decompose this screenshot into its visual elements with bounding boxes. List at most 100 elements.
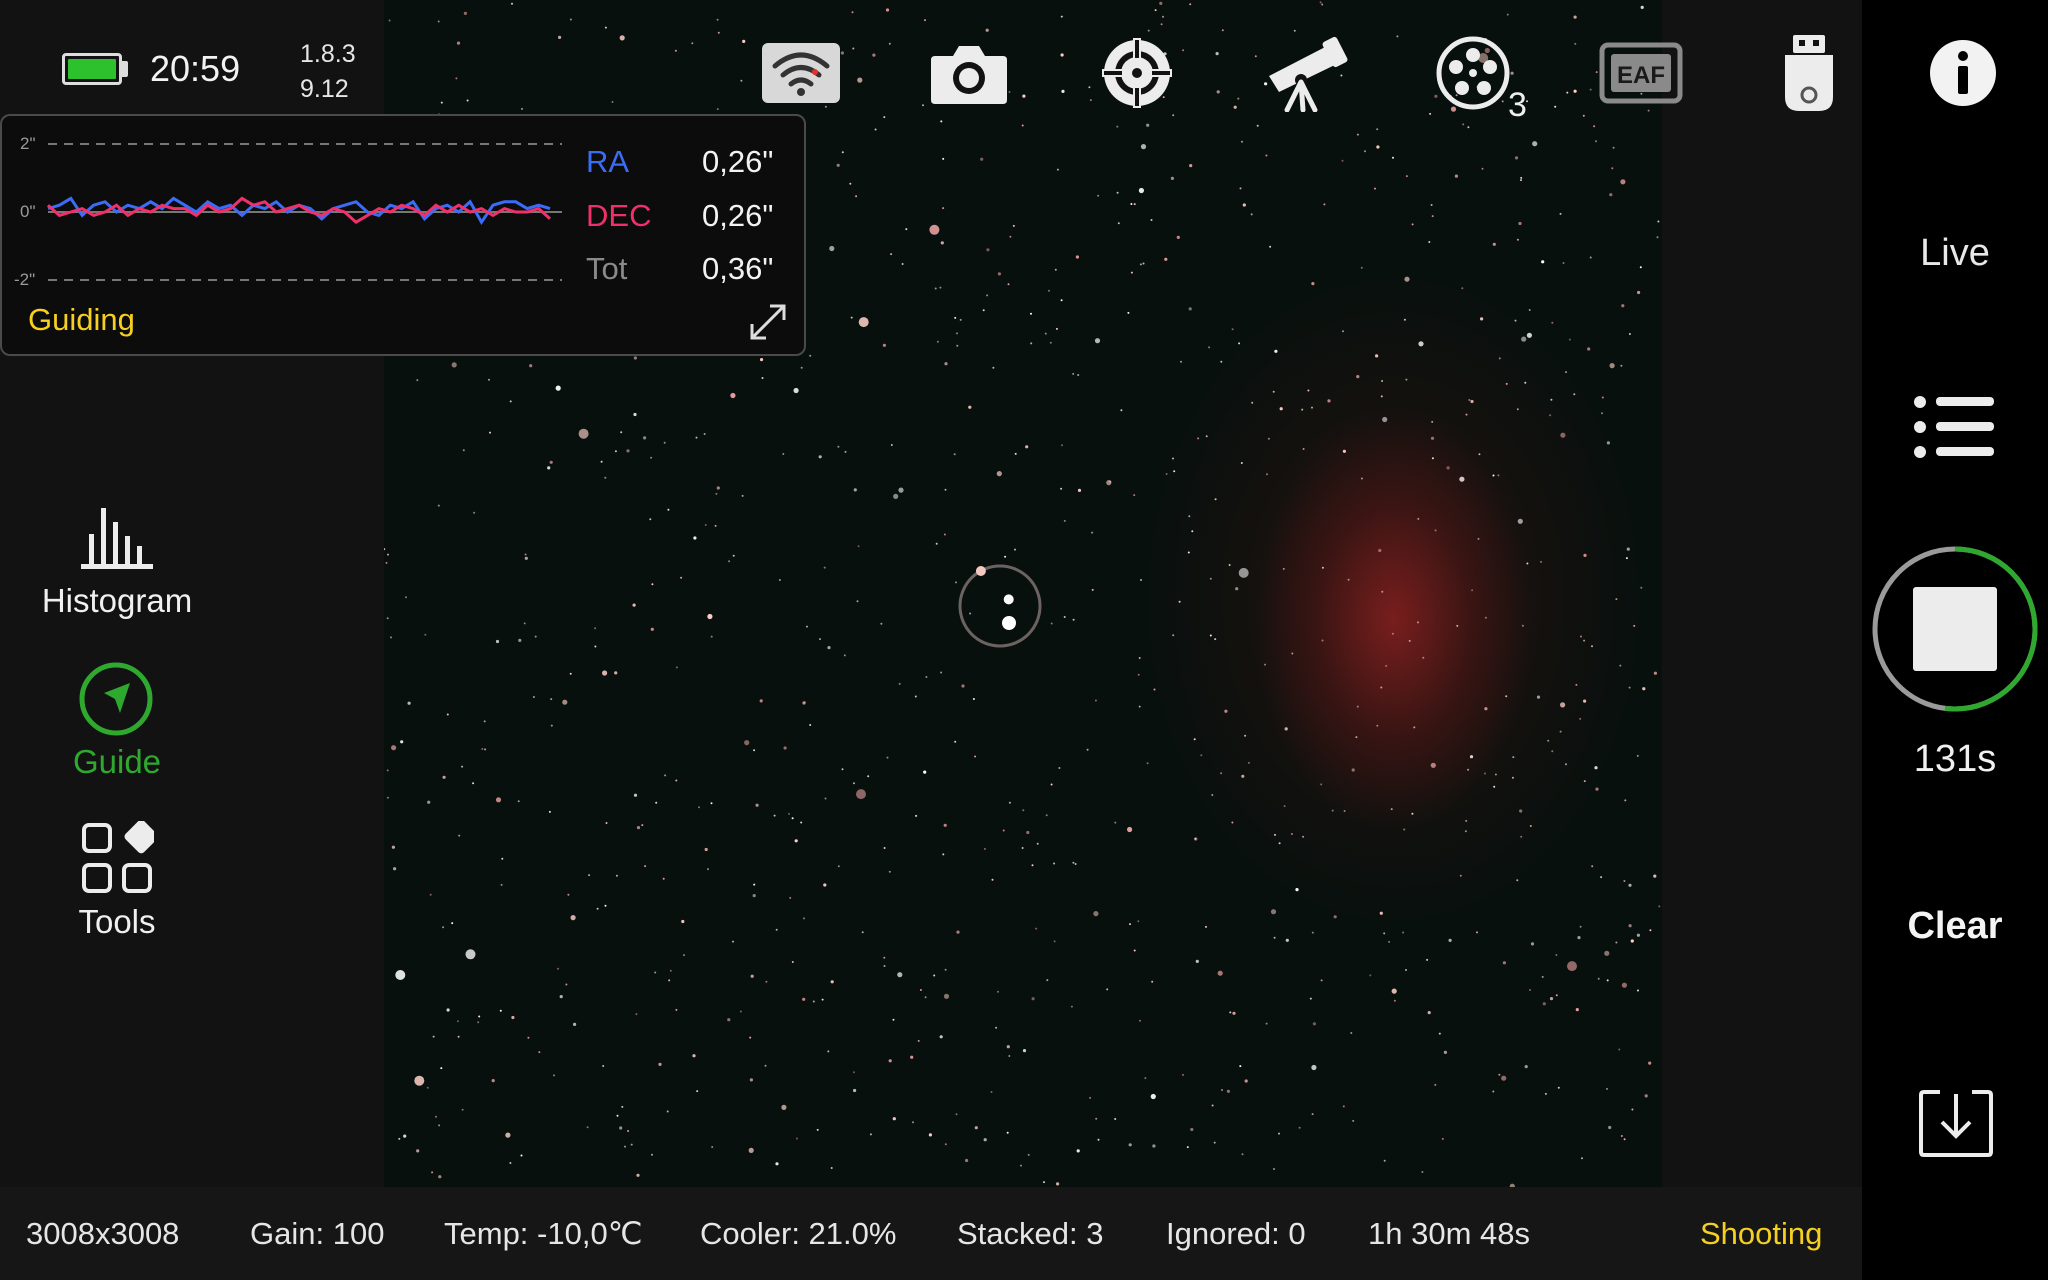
info-button[interactable]	[1918, 28, 2008, 118]
expand-icon[interactable]	[748, 302, 788, 342]
star	[1566, 91, 1569, 94]
star	[1521, 624, 1524, 627]
star	[488, 378, 490, 381]
star	[1190, 1127, 1194, 1132]
star	[1256, 124, 1259, 127]
star	[1146, 123, 1150, 127]
star	[529, 364, 533, 368]
star	[852, 47, 855, 50]
star	[558, 35, 562, 40]
eaf-icon: EAF	[1599, 42, 1683, 104]
star	[829, 245, 835, 252]
star	[395, 970, 406, 980]
star	[1628, 924, 1632, 928]
eaf-button[interactable]: EAF	[1596, 28, 1686, 118]
star	[489, 431, 491, 434]
star	[1046, 979, 1049, 982]
star	[1327, 399, 1331, 403]
star	[555, 385, 561, 391]
gain: Gain: 100	[250, 1216, 385, 1251]
nav-tools[interactable]: Tools	[0, 815, 234, 945]
star	[857, 545, 860, 548]
star	[853, 782, 855, 785]
star	[1431, 420, 1434, 423]
guide-icon	[79, 662, 153, 736]
star	[1144, 1077, 1147, 1080]
star	[451, 362, 457, 368]
star	[1623, 1138, 1626, 1141]
star	[1606, 979, 1609, 982]
stop-capture-button[interactable]	[1870, 544, 2040, 714]
star	[1152, 1144, 1156, 1148]
star	[1492, 474, 1495, 477]
star	[783, 746, 787, 750]
wifi-icon	[762, 43, 840, 103]
star	[1187, 551, 1190, 554]
star	[1247, 761, 1250, 764]
filter-wheel-button[interactable]	[1428, 28, 1518, 118]
star	[1250, 213, 1253, 216]
star	[1133, 203, 1136, 206]
star	[704, 524, 707, 526]
star	[749, 1078, 753, 1082]
star	[633, 356, 637, 360]
info-icon	[1930, 40, 1996, 106]
star	[442, 926, 445, 929]
star	[1520, 835, 1523, 838]
sensor-temp: Temp: -10,0℃	[444, 1216, 643, 1251]
star	[1480, 317, 1484, 321]
nav-histogram[interactable]: Histogram	[0, 490, 234, 630]
star	[788, 812, 790, 815]
star	[929, 224, 940, 235]
telescope-button[interactable]	[1260, 28, 1350, 118]
filter-wheel-icon	[1436, 36, 1510, 110]
guiding-panel[interactable]: 2" 0" -2" RA 0,26" DEC 0,26" Tot 0,36" G…	[0, 114, 806, 356]
wifi-button[interactable]	[756, 28, 846, 118]
usb-drive-button[interactable]	[1764, 28, 1854, 118]
star	[942, 157, 945, 160]
live-button[interactable]: Live	[1900, 232, 2010, 275]
star	[933, 974, 936, 977]
star	[1620, 1135, 1623, 1137]
star	[1200, 754, 1203, 757]
star	[1193, 738, 1196, 741]
star	[1004, 555, 1007, 558]
star	[1493, 785, 1496, 788]
star	[1035, 927, 1038, 930]
star	[385, 561, 388, 564]
star	[505, 1132, 511, 1138]
star	[1649, 929, 1652, 932]
star	[982, 309, 985, 312]
star	[1211, 794, 1214, 796]
star	[1273, 936, 1276, 939]
star	[465, 949, 476, 960]
star	[696, 1090, 699, 1093]
star	[861, 931, 864, 934]
star	[1063, 519, 1066, 522]
star	[655, 801, 658, 804]
star	[1579, 717, 1582, 720]
star	[1221, 1089, 1223, 1091]
menu-list-icon[interactable]	[1912, 392, 1996, 462]
star	[1448, 938, 1452, 943]
star	[472, 782, 475, 785]
star	[1242, 203, 1246, 207]
star	[1165, 473, 1168, 475]
ra-value: 0,26"	[702, 144, 774, 179]
star	[495, 639, 500, 644]
camera-button[interactable]	[924, 28, 1014, 118]
star	[457, 1020, 459, 1023]
star	[666, 1110, 669, 1113]
star	[636, 826, 641, 830]
star	[1077, 488, 1082, 492]
star	[594, 627, 597, 630]
guide-scope-button[interactable]	[1092, 28, 1182, 118]
star	[683, 954, 685, 957]
clear-button[interactable]: Clear	[1880, 905, 2030, 948]
star	[1497, 474, 1500, 477]
nav-guide[interactable]: Guide	[0, 655, 234, 785]
download-icon[interactable]	[1918, 1088, 1994, 1158]
star	[1574, 42, 1577, 45]
star	[1484, 616, 1487, 619]
star	[461, 765, 464, 768]
